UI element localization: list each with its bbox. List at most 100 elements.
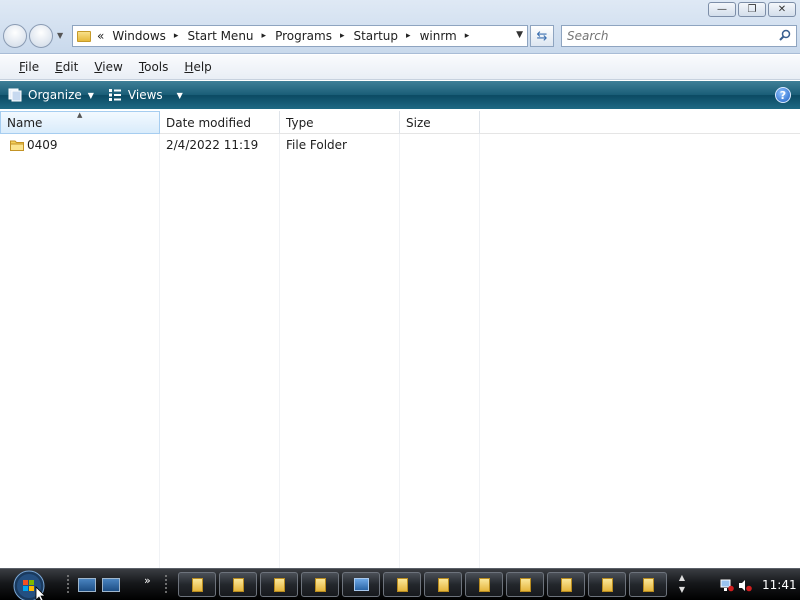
windows-logo-icon bbox=[23, 580, 28, 585]
menu-file[interactable]: File bbox=[19, 60, 39, 74]
chevron-down-icon: ▼ bbox=[176, 90, 183, 100]
taskbar-network-button[interactable] bbox=[342, 572, 380, 597]
menu-edit[interactable]: Edit bbox=[55, 60, 78, 74]
show-desktop-icon[interactable] bbox=[78, 578, 96, 592]
folder-icon bbox=[478, 577, 490, 592]
column-header-type[interactable]: Type bbox=[280, 111, 400, 134]
organize-icon bbox=[8, 88, 22, 102]
switch-windows-icon[interactable] bbox=[102, 578, 120, 592]
maximize-icon: ❐ bbox=[747, 4, 757, 15]
taskbar-folder-button[interactable] bbox=[301, 572, 339, 597]
chevron-down-icon: ▼ bbox=[87, 90, 94, 100]
breadcrumb-start-menu[interactable]: Start Menu bbox=[187, 29, 253, 43]
folder-icon bbox=[437, 577, 449, 592]
taskbar-folder-button[interactable] bbox=[260, 572, 298, 597]
menu-tools[interactable]: Tools bbox=[139, 60, 169, 74]
column-divider bbox=[159, 134, 160, 568]
refresh-icon: ⇆ bbox=[536, 28, 548, 44]
column-header-size[interactable]: Size bbox=[400, 111, 480, 134]
breadcrumb-programs[interactable]: Programs bbox=[275, 29, 332, 43]
file-date-cell: 2/4/2022 11:19 bbox=[166, 138, 259, 152]
breadcrumb-separator-icon[interactable]: ▸ bbox=[465, 31, 470, 41]
breadcrumb-winrm[interactable]: winrm bbox=[420, 29, 457, 43]
forward-button[interactable] bbox=[29, 24, 53, 48]
volume-muted-icon[interactable] bbox=[738, 579, 752, 592]
taskbar-folder-button[interactable] bbox=[465, 572, 503, 597]
file-name-cell: 0409 bbox=[0, 138, 160, 152]
folder-icon bbox=[191, 577, 203, 592]
help-button[interactable]: ? bbox=[775, 87, 791, 103]
search-box[interactable] bbox=[561, 25, 797, 47]
column-divider bbox=[279, 134, 280, 568]
column-header-date-modified[interactable]: Date modified bbox=[160, 111, 280, 134]
address-bar[interactable]: « Windows ▸ Start Menu ▸ Programs ▸ Star… bbox=[72, 25, 528, 47]
maximize-button[interactable]: ❐ bbox=[738, 2, 766, 17]
folder-icon bbox=[273, 577, 285, 592]
navigation-buttons: ▼ bbox=[3, 24, 67, 48]
breadcrumb-startup[interactable]: Startup bbox=[353, 29, 398, 43]
menu-bar: File Edit View Tools Help bbox=[0, 55, 800, 80]
refresh-button[interactable]: ⇆ bbox=[530, 25, 554, 47]
breadcrumb-separator-icon[interactable]: ▸ bbox=[340, 31, 345, 41]
file-type-cell: File Folder bbox=[286, 138, 347, 152]
menu-help[interactable]: Help bbox=[184, 60, 211, 74]
quick-launch-more-icon[interactable]: » bbox=[144, 574, 151, 587]
minimize-button[interactable]: — bbox=[708, 2, 736, 17]
folder-icon bbox=[10, 140, 24, 151]
search-input[interactable] bbox=[567, 26, 767, 46]
chevron-up-icon[interactable]: ▲ bbox=[676, 572, 688, 584]
views-dropdown[interactable]: ▼ bbox=[177, 91, 183, 100]
folder-icon bbox=[77, 30, 91, 42]
back-button[interactable] bbox=[3, 24, 27, 48]
folder-icon bbox=[519, 577, 531, 592]
sort-ascending-icon: ▲ bbox=[77, 111, 83, 119]
taskbar-buttons bbox=[178, 572, 667, 597]
folder-icon bbox=[560, 577, 572, 592]
taskbar-folder-button[interactable] bbox=[424, 572, 462, 597]
breadcrumb-windows[interactable]: Windows bbox=[112, 29, 166, 43]
taskbar-grip[interactable] bbox=[164, 574, 168, 594]
recent-pages-dropdown-icon[interactable]: ▼ bbox=[57, 31, 67, 41]
command-bar: Organize ▼ Views ▼ ? bbox=[0, 81, 800, 109]
close-button[interactable]: ✕ bbox=[768, 2, 796, 17]
taskbar-folder-button[interactable] bbox=[629, 572, 667, 597]
quick-launch bbox=[78, 578, 120, 592]
taskbar-folder-button[interactable] bbox=[178, 572, 216, 597]
file-row[interactable]: 0409 2/4/2022 11:19 File Folder bbox=[0, 135, 800, 155]
menu-view[interactable]: View bbox=[94, 60, 122, 74]
clock[interactable]: 11:41 bbox=[762, 578, 797, 592]
folder-icon bbox=[314, 577, 326, 592]
taskbar-folder-button[interactable] bbox=[547, 572, 585, 597]
network-status-icon[interactable] bbox=[720, 579, 734, 592]
system-tray: 11:41 bbox=[712, 572, 800, 598]
views-button[interactable]: Views bbox=[108, 88, 163, 102]
chevron-down-icon[interactable]: ▼ bbox=[676, 584, 688, 596]
folder-icon bbox=[642, 577, 654, 592]
organize-button[interactable]: Organize ▼ bbox=[8, 88, 94, 102]
taskbar-folder-button[interactable] bbox=[506, 572, 544, 597]
column-divider bbox=[399, 134, 400, 568]
column-headers: ▲ Name Date modified Type Size bbox=[0, 111, 800, 134]
breadcrumb-separator-icon[interactable]: ▸ bbox=[174, 31, 179, 41]
start-button[interactable] bbox=[8, 570, 48, 600]
search-icon[interactable] bbox=[779, 29, 791, 41]
taskbar-folder-button[interactable] bbox=[219, 572, 257, 597]
minimize-icon: — bbox=[717, 4, 727, 15]
column-header-name[interactable]: ▲ Name bbox=[0, 111, 160, 134]
file-list: 0409 2/4/2022 11:19 File Folder bbox=[0, 135, 800, 155]
breadcrumb-separator-icon[interactable]: ▸ bbox=[262, 31, 267, 41]
network-icon bbox=[353, 578, 369, 591]
window-controls: — ❐ ✕ bbox=[708, 2, 796, 17]
taskbar-folder-button[interactable] bbox=[383, 572, 421, 597]
help-icon: ? bbox=[779, 88, 787, 102]
taskbar-scroll[interactable]: ▲ ▼ bbox=[676, 572, 688, 598]
taskbar-folder-button[interactable] bbox=[588, 572, 626, 597]
taskbar-grip[interactable] bbox=[66, 574, 70, 594]
address-dropdown-icon[interactable]: ▼ bbox=[516, 30, 523, 40]
folder-icon bbox=[232, 577, 244, 592]
folder-icon bbox=[601, 577, 613, 592]
breadcrumb-separator-icon[interactable]: ▸ bbox=[406, 31, 411, 41]
folder-icon bbox=[396, 577, 408, 592]
breadcrumb-overflow[interactable]: « bbox=[97, 29, 104, 43]
views-icon bbox=[108, 89, 121, 101]
